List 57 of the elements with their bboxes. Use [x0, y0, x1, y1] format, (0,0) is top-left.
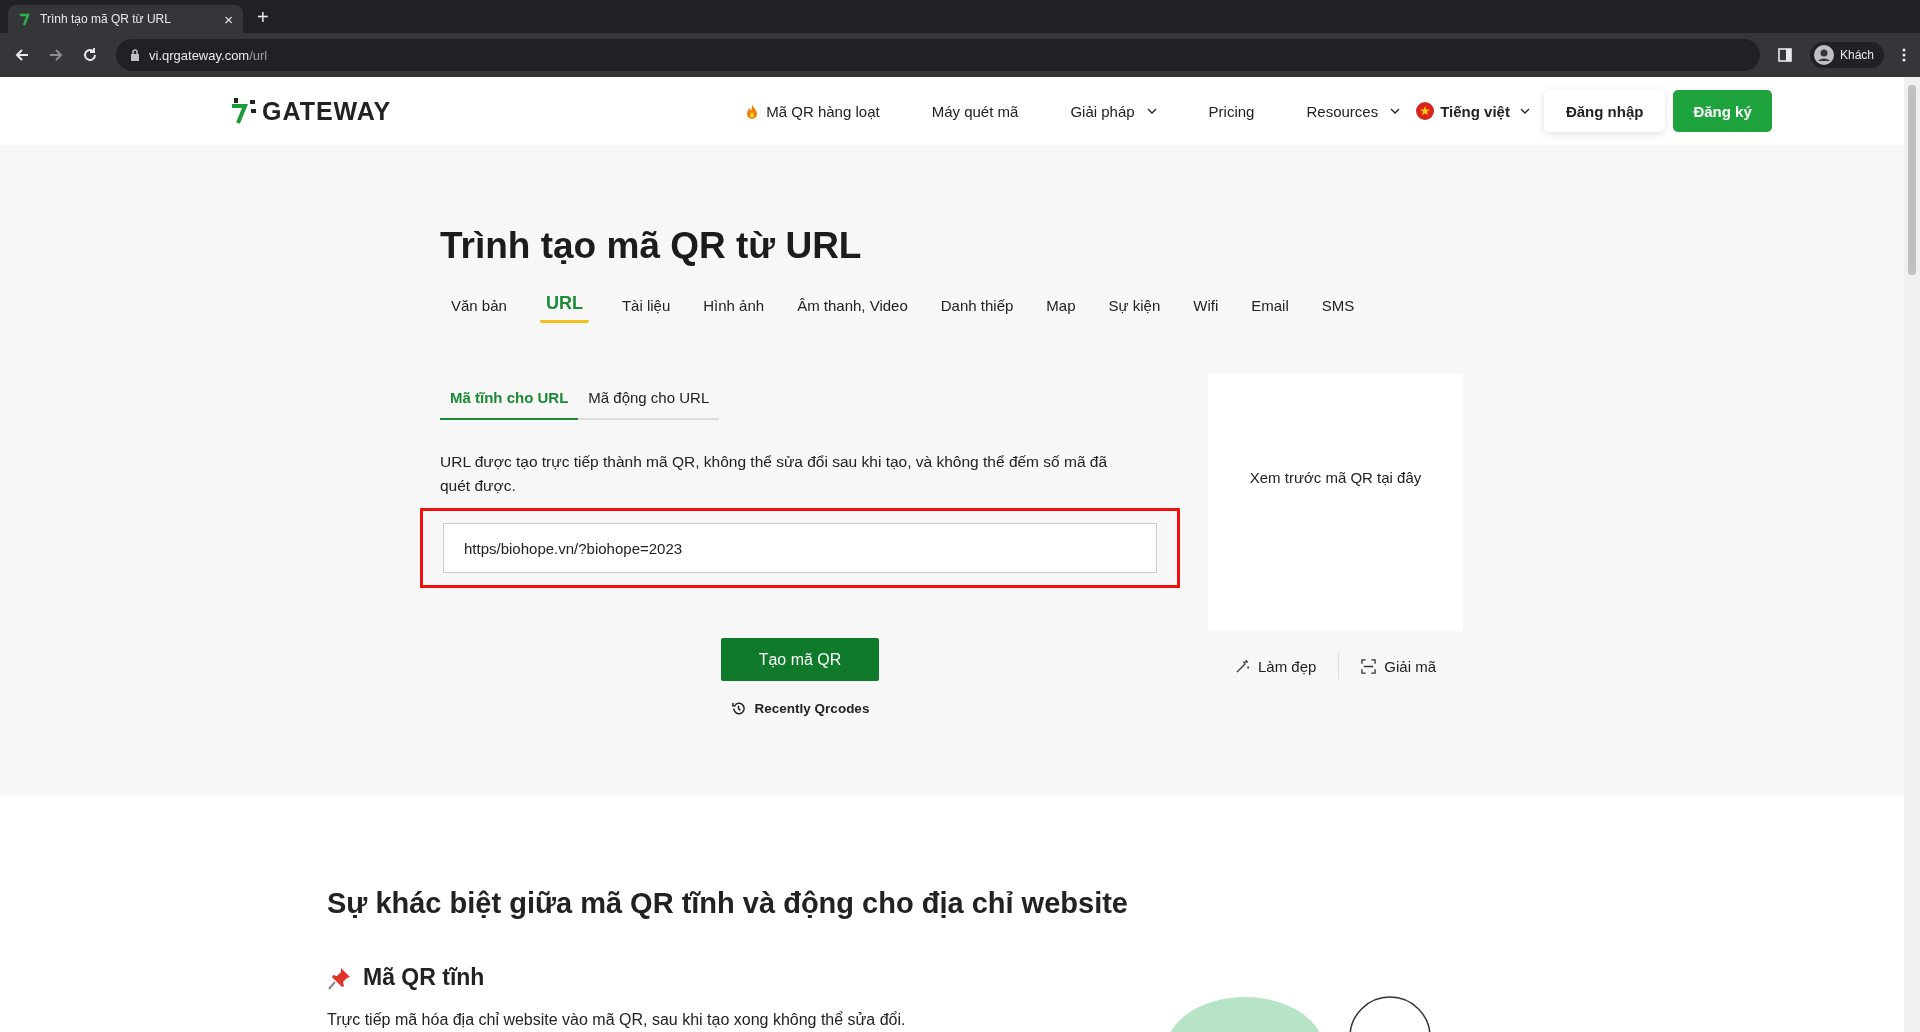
browser-tab[interactable]: Trình tạo mã QR từ URL × [8, 5, 243, 33]
section-heading: Sự khác biệt giữa mã QR tĩnh và động cho địa chỉ website [327, 887, 1129, 920]
type-tab[interactable]: Wifi [1193, 297, 1219, 323]
recent-qrcodes-link[interactable]: Recently Qrcodes [730, 701, 870, 716]
address-bar[interactable]: vi.qrgateway.com/url [116, 39, 1760, 71]
forward-icon[interactable] [48, 47, 64, 63]
nav-link[interactable]: Resources [1306, 102, 1401, 120]
subsection-heading: Mã QR tĩnh [327, 964, 1904, 991]
type-tab[interactable]: Map [1046, 297, 1076, 323]
type-tab[interactable]: Tài liệu [621, 297, 671, 323]
history-icon [730, 701, 746, 716]
side-panel-icon[interactable] [1777, 48, 1792, 62]
type-tab[interactable]: Email [1251, 297, 1289, 323]
chevron-down-icon [1519, 108, 1530, 114]
url-input-field[interactable]: https/biohope.vn/?biohope=2023 [443, 523, 1157, 573]
generate-qr-button[interactable]: Tạo mã QR [721, 638, 879, 681]
nav-link[interactable]: Giải pháp [1070, 102, 1157, 120]
scan-icon [1361, 658, 1377, 674]
preview-text: Xem trước mã QR tại đây [1249, 469, 1422, 486]
type-tab[interactable]: Âm thanh, Video [797, 297, 908, 323]
avatar-icon [1813, 45, 1834, 65]
new-tab-button[interactable]: + [257, 6, 269, 29]
logo-icon [230, 97, 258, 125]
decode-button[interactable]: Giải mã [1361, 657, 1437, 675]
nav-link[interactable]: Mã QR hàng loạt [746, 102, 880, 120]
back-icon[interactable] [14, 47, 30, 63]
body-text: Trực tiếp mã hóa địa chỉ website vào mã QR, sau khi tạo xong không thể sửa đổi. [327, 1011, 907, 1029]
scrollbar[interactable] [1904, 77, 1920, 1032]
reload-icon[interactable] [82, 47, 98, 63]
page-title: Trình tạo mã QR từ URL [440, 225, 863, 267]
description-text: URL được tạo trực tiếp thành mã QR, không thể sửa đổi sau khi tạo, và không thể đếm số mã đã quét được. [440, 452, 1109, 496]
url-text: vi.qrgateway.com/url [149, 47, 268, 63]
menu-icon[interactable] [1902, 48, 1906, 62]
type-tab[interactable]: Sự kiện [1108, 297, 1161, 323]
beautify-button[interactable]: Làm đẹp [1234, 657, 1317, 675]
nav-link[interactable]: Pricing [1208, 102, 1255, 120]
close-tab-button[interactable]: × [224, 10, 233, 28]
tab-title: Trình tạo mã QR từ URL [40, 12, 172, 26]
mode-tab[interactable]: Mã tĩnh cho URL [440, 389, 579, 420]
chevron-down-icon [1146, 108, 1157, 114]
type-tab[interactable]: URL [539, 293, 589, 323]
flame-icon [746, 103, 759, 119]
nav-link[interactable]: Máy quét mã [931, 102, 1019, 120]
type-tab[interactable]: Văn bản [451, 297, 507, 323]
type-tab[interactable]: Hình ảnh [703, 297, 765, 323]
magic-wand-icon [1234, 658, 1250, 674]
login-button[interactable]: Đăng nhập [1543, 90, 1666, 132]
chevron-down-icon [1390, 108, 1401, 114]
language-selector[interactable]: Tiếng việt [1416, 102, 1530, 120]
type-tab[interactable]: SMS [1321, 297, 1355, 323]
mode-tab[interactable]: Mã động cho URL [578, 389, 720, 420]
lock-icon [130, 49, 140, 61]
type-tab[interactable]: Danh thiếp [940, 297, 1014, 323]
profile-button[interactable]: Khách [1809, 42, 1884, 68]
flag-icon [1416, 102, 1435, 120]
logo-icon [18, 12, 32, 26]
site-logo[interactable]: GATEWAY [230, 96, 392, 126]
